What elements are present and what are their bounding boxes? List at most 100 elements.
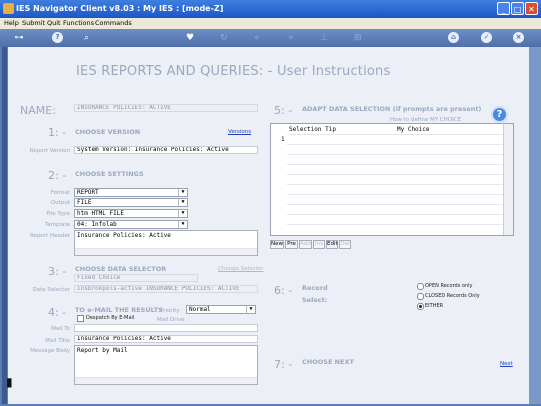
help-icon[interactable]: ? [491,106,508,123]
format-select[interactable]: REPORT ▼ [74,188,188,197]
select-label: Select: [302,296,328,304]
closed-records-label: CLOSED Records Only [425,293,480,299]
either-label: EITHER [425,303,444,309]
priority-label: Priority [160,308,180,314]
page-scrollbar[interactable] [529,47,541,404]
grid-scrollbar[interactable] [503,124,513,235]
grid-ins-button[interactable]: Ins [313,240,325,249]
section-3-number: 3: - [48,265,67,278]
maximize-button[interactable]: □ [511,2,524,15]
template-value: 04: Infolab [77,221,117,228]
section-2-number: 2: - [48,169,67,182]
forward-icon[interactable]: » [288,32,294,44]
template-select[interactable]: 04: Infolab ▼ [74,220,188,229]
mail-title-label: Mail Title [45,338,70,344]
mail-drive-label: Mail Drive [157,317,185,323]
report-header-textarea[interactable]: Insurance Policies: Active [74,230,258,256]
next-link[interactable]: Next [500,361,513,367]
radio-either[interactable] [417,303,424,310]
close-window-button[interactable]: ✕ [525,2,538,15]
mail-title-field[interactable]: Insurance Policies: Active [74,335,258,343]
chevron-down-icon: ▼ [178,189,187,196]
grid-line [287,154,503,155]
search-icon[interactable]: ⌕ [84,32,89,44]
section-1-number: 1: - [48,126,67,139]
format-label: Format [50,190,70,196]
chevron-down-icon: ▼ [246,306,255,313]
radio-open-records[interactable] [417,283,424,290]
section-2-title: CHOOSE SETTINGS [75,170,144,178]
section-7-number: 7: - [274,358,293,371]
grid-del-button[interactable]: Del [339,240,351,249]
grid-line [287,224,503,225]
priority-value: Normal [189,306,211,313]
section-6-number: 6: - [274,284,293,297]
grid-add-button[interactable]: Add [299,240,312,249]
grid-line [287,174,503,175]
mail-to-label: Mail To [51,326,70,332]
chevron-down-icon: ▼ [178,221,187,228]
help-icon[interactable]: ? [52,32,63,43]
grid-edit-button[interactable]: Edit [326,240,338,249]
output-label: Output [50,200,70,206]
grid-line [287,184,503,185]
horizontal-scrollbar[interactable] [75,377,257,384]
template-label: Template [44,222,70,228]
selection-grid[interactable]: Selection Tip My Choice 1 [270,123,514,236]
key-icon[interactable]: ⊶ [8,32,30,44]
radio-closed-records[interactable] [417,293,424,300]
pin-icon[interactable]: ⊥ [320,32,328,44]
format-value: REPORT [77,189,99,196]
priority-select[interactable]: Normal ▼ [186,305,256,314]
record-label: Record [302,284,328,292]
toolbar: ⊶ ? ⌕ ♥ ↻ « » ⊥ ⊞ ⌂ ✓ × [0,29,541,47]
horizontal-scrollbar[interactable] [75,248,257,255]
check-icon[interactable]: ✓ [481,32,492,43]
minimize-button[interactable]: _ [497,2,510,15]
page-title: IES REPORTS AND QUERIES: - User Instruct… [76,64,391,79]
grid-icon[interactable]: ⊞ [354,32,362,44]
grid-line [287,204,503,205]
menu-functions[interactable]: Functions [63,19,94,27]
report-name-field: INSURANCE POLICIES: ACTIVE [74,104,258,112]
grid-pre-button[interactable]: Pre [285,240,298,249]
report-version-field[interactable]: System Version: Insurance Policies: Acti… [74,146,258,154]
section-1-title: CHOOSE VERSION [75,128,141,136]
grid-line [287,144,503,145]
heart-icon[interactable]: ♥ [186,32,194,44]
fixed-choice-field: Fixed Choice [74,274,198,282]
mail-to-field[interactable] [74,324,258,332]
message-body-value: Report by Mail [77,347,128,354]
selection-tip-header: Selection Tip [289,126,336,133]
close-icon[interactable]: × [513,32,524,43]
chevron-down-icon: ▼ [178,210,187,217]
despatch-checkbox[interactable] [77,315,84,322]
back-icon[interactable]: « [254,32,260,44]
menu-commands[interactable]: Commands [95,19,132,27]
versions-link[interactable]: Versions [228,129,251,135]
section-4-number: 4: - [48,306,67,319]
grid-new-button[interactable]: New [270,240,284,249]
section-7-title: CHOOSE NEXT [302,358,354,366]
section-4-title: TO e-MAIL THE RESULTS [75,306,163,314]
name-label: NAME: [20,104,56,117]
menu-submit[interactable]: Submit [22,19,45,27]
output-select[interactable]: FILE ▼ [74,198,188,207]
section-5-title: ADAPT DATA SELECTION (if prompts are pre… [302,105,482,113]
message-body-textarea[interactable]: Report by Mail [74,345,258,385]
home-icon[interactable]: ⌂ [448,32,459,43]
left-panel-strip [2,47,7,404]
grid-line [287,134,503,135]
refresh-icon[interactable]: ↻ [220,32,228,44]
menu-help[interactable]: Help [4,19,19,27]
window-title: IES Navigator Client v8.03 : My IES : [m… [16,4,224,13]
filetype-select[interactable]: htm HTML FILE ▼ [74,209,188,218]
change-selector-link[interactable]: Change Selector [218,266,263,272]
menu-quit[interactable]: Quit [47,19,61,27]
report-header-value: Insurance Policies: Active [77,232,171,239]
report-version-label: Report Version [29,148,70,154]
grid-line [287,194,503,195]
exit-icon[interactable]: ▮ [6,375,13,389]
section-3-title: CHOOSE DATA SELECTOR [75,265,167,273]
report-header-label: Report Header [29,233,70,239]
